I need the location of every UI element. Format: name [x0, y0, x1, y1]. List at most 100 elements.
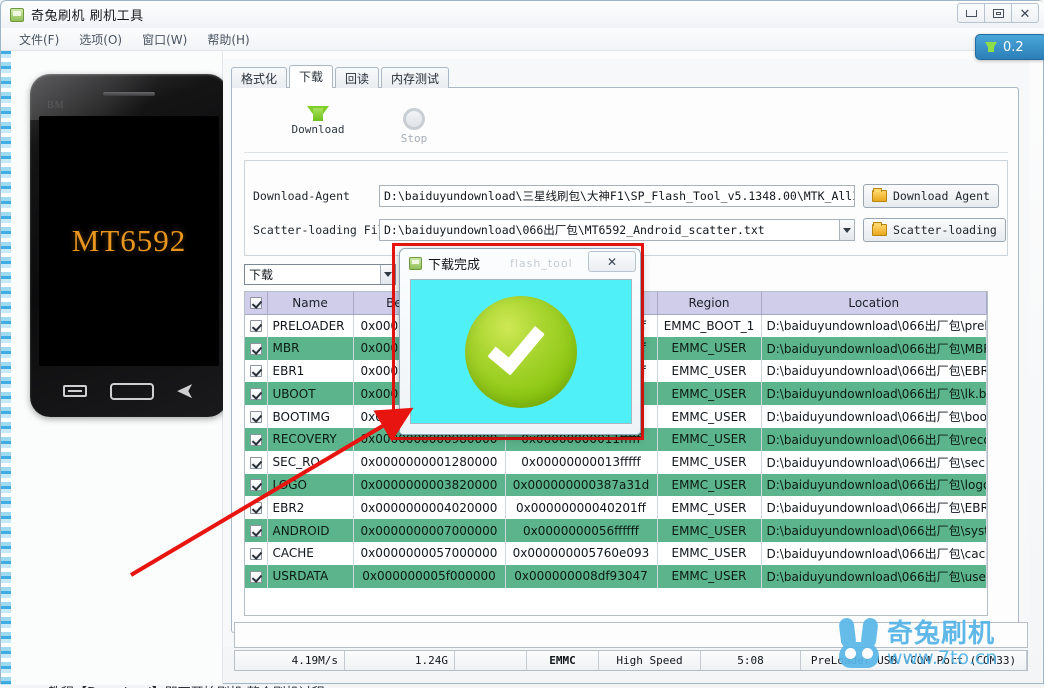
scatter-file-value: D:\baiduyundownload\066出厂包\MT6592_Androi… [384, 223, 765, 237]
cell-end-address: 0x00000000013fffff [505, 450, 658, 474]
scatter-file-button-label: Scatter-loading [893, 223, 997, 237]
row-checkbox-cell[interactable] [245, 359, 268, 383]
status-blank [455, 651, 527, 670]
close-button[interactable]: ✕ [1011, 3, 1039, 23]
menu-bar: 文件(F) 选项(O) 窗口(W) 帮助(H) [1, 28, 1044, 51]
select-all-checkbox[interactable] [249, 297, 262, 310]
tab-format[interactable]: 格式化 [231, 67, 288, 88]
tab-bar: 格式化 下载 回读 内存测试 [231, 65, 451, 88]
download-agent-input[interactable]: D:\baiduyundownload\三星线刷包\大神F1\SP_Flash_… [379, 185, 855, 207]
row-checkbox[interactable] [250, 479, 262, 492]
download-agent-button-label: Download Agent [893, 189, 990, 203]
tab-memory-test[interactable]: 内存测试 [381, 67, 450, 88]
cell-location: D:\baiduyundownload\066出厂包\logo.bin [761, 473, 987, 497]
menu-item-window[interactable]: 窗口(W) [132, 29, 197, 50]
cell-region: EMMC_USER [657, 564, 762, 588]
row-checkbox-cell[interactable] [245, 405, 268, 428]
menu-item-file[interactable]: 文件(F) [9, 29, 69, 50]
scatter-file-browse-button[interactable]: Scatter-loading [863, 218, 1006, 242]
row-checkbox[interactable] [250, 411, 262, 424]
row-checkbox[interactable] [250, 433, 262, 446]
header-select-all[interactable] [245, 292, 268, 315]
row-checkbox-cell[interactable] [245, 519, 268, 542]
cell-name: SEC_RO [267, 450, 354, 474]
cell-region: EMMC_USER [657, 359, 762, 383]
download-button[interactable]: Download [270, 94, 366, 152]
scatter-file-input[interactable]: D:\baiduyundownload\066出厂包\MT6592_Androi… [379, 219, 855, 241]
row-checkbox[interactable] [250, 456, 262, 469]
cell-begin-address: 0x0000000057000000 [353, 541, 506, 565]
header-region: Region [657, 292, 762, 315]
dialog-close-button[interactable]: ✕ [588, 251, 636, 272]
cell-name: USRDATA [267, 564, 354, 588]
row-checkbox[interactable] [250, 388, 262, 401]
dialog-body [410, 279, 632, 424]
cell-region: EMMC_USER [657, 336, 762, 360]
download-agent-browse-button[interactable]: Download Agent [863, 184, 999, 208]
table-row[interactable]: ANDROID 0x0000000007000000 0x0000000056fff… [245, 519, 987, 542]
cell-location: D:\baiduyundownload\066出厂包\userdata.i... [761, 564, 987, 588]
row-checkbox[interactable] [250, 502, 262, 515]
status-speed: 4.19M/s [235, 651, 345, 670]
menu-item-help[interactable]: 帮助(H) [197, 29, 259, 50]
stop-button[interactable]: Stop [366, 94, 462, 152]
row-checkbox-cell[interactable] [245, 382, 268, 406]
row-checkbox-cell[interactable] [245, 564, 268, 588]
row-checkbox[interactable] [250, 320, 262, 333]
table-row[interactable]: USRDATA 0x000000005f000000 0x000000008df93… [245, 564, 987, 588]
cell-location: D:\baiduyundownload\066出厂包\cache.img [761, 541, 987, 565]
minimize-button[interactable] [957, 3, 985, 23]
row-checkbox-cell[interactable] [245, 336, 268, 360]
table-row[interactable]: EBR2 0x0000000004020000 0x00000000040201ff… [245, 496, 987, 520]
cell-region: EMMC_USER [657, 405, 762, 428]
cell-name: UBOOT [267, 382, 354, 406]
dialog-app-icon [409, 256, 422, 270]
cell-region: EMMC_USER [657, 450, 762, 474]
phone-chipset-label: MT6592 [71, 223, 187, 258]
bottom-caption: 教程【Download】即可开始刷机 整个刷机过程 [0, 682, 1044, 688]
table-row[interactable]: CACHE 0x0000000057000000 0x000000005760e09… [245, 541, 987, 565]
toolbar-divider [244, 152, 1008, 153]
tab-readback[interactable]: 回读 [335, 67, 380, 88]
row-checkbox-cell[interactable] [245, 541, 268, 565]
menu-item-options[interactable]: 选项(O) [69, 29, 132, 50]
tab-download[interactable]: 下载 [289, 65, 334, 88]
maximize-button[interactable] [984, 3, 1012, 23]
left-color-strip [1, 51, 11, 685]
cell-region: EMMC_USER [657, 496, 762, 520]
cell-begin-address: 0x000000005f000000 [353, 564, 506, 588]
minimize-icon [965, 9, 977, 17]
row-checkbox[interactable] [250, 365, 262, 378]
window-controls: ✕ [957, 3, 1039, 23]
table-row[interactable]: SEC_RO 0x0000000001280000 0x00000000013fff… [245, 450, 987, 474]
row-checkbox-cell[interactable] [245, 473, 268, 497]
stop-icon [403, 108, 425, 130]
row-checkbox-cell[interactable] [245, 496, 268, 520]
row-checkbox[interactable] [250, 547, 262, 560]
download-arrow-icon [985, 42, 997, 52]
row-checkbox-cell[interactable] [245, 427, 268, 451]
row-checkbox-cell[interactable] [245, 314, 268, 337]
row-checkbox[interactable] [250, 570, 262, 583]
row-checkbox-cell[interactable] [245, 450, 268, 474]
scatter-file-dropdown-arrow[interactable] [839, 220, 854, 240]
download-complete-dialog: 下载完成 flash_tool ✕ [399, 248, 641, 435]
cell-location: D:\baiduyundownload\066出厂包\EBR2 [761, 496, 987, 520]
chevron-down-icon [843, 227, 851, 233]
download-mode-select[interactable]: 下载 [244, 264, 396, 285]
download-button-label: Download [291, 123, 345, 136]
table-row[interactable]: LOGO 0x0000000003820000 0x000000000387a31d… [245, 473, 987, 497]
folder-icon [872, 188, 887, 202]
row-checkbox[interactable] [250, 525, 262, 538]
status-port: PreLoader USB VCOM Port (COM33) [801, 651, 1027, 670]
cell-name: EBR1 [267, 359, 354, 383]
phone-mockup: BM MT6592 ➤ [30, 74, 228, 417]
cell-begin-address: 0x0000000001280000 [353, 450, 506, 474]
menu-key-icon [63, 385, 88, 397]
back-key-icon: ➤ [176, 378, 195, 403]
stop-button-label: Stop [400, 132, 428, 145]
download-progress-badge[interactable]: 0.2 [975, 34, 1044, 60]
cell-begin-address: 0x0000000007000000 [353, 519, 506, 542]
title-bar: 奇兔刷机 刷机工具 ✕ [1, 1, 1044, 28]
row-checkbox[interactable] [250, 342, 262, 355]
